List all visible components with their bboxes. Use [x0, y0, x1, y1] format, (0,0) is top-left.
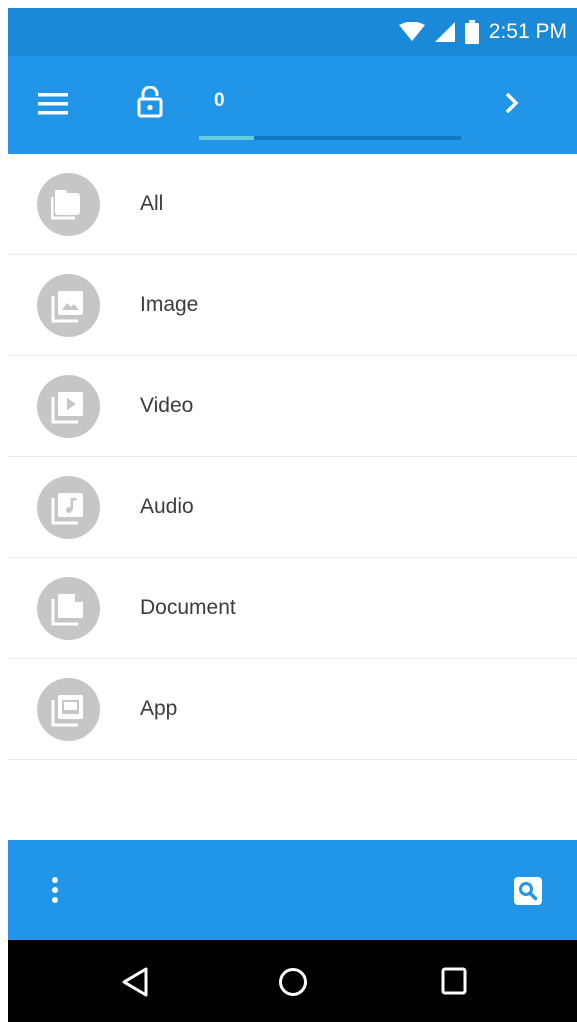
list-item-audio[interactable]: Audio: [8, 457, 577, 558]
list-item-video[interactable]: Video: [8, 356, 577, 457]
video-icon: [51, 392, 83, 424]
home-icon[interactable]: [278, 967, 308, 997]
list-item-document[interactable]: Document: [8, 558, 577, 659]
category-icon-circle: [37, 375, 100, 438]
progress-bar: [199, 136, 461, 140]
battery-icon: [464, 20, 479, 44]
list-item-all[interactable]: All: [8, 154, 577, 255]
list-item-label: Image: [140, 293, 199, 316]
category-icon-circle: [37, 173, 100, 236]
menu-icon[interactable]: [38, 93, 68, 115]
category-icon-circle: [37, 577, 100, 640]
list-item-label: Video: [140, 394, 194, 417]
more-vert-icon[interactable]: [52, 877, 58, 903]
navigation-bar: [8, 940, 577, 1022]
list-item-app[interactable]: App: [8, 659, 577, 760]
lock-open-icon[interactable]: [137, 86, 163, 118]
category-icon-circle: [37, 476, 100, 539]
recents-icon[interactable]: [441, 967, 467, 995]
app-bar: 0: [8, 56, 577, 154]
category-list: All Image Video Audio Document App: [8, 154, 577, 760]
search-icon[interactable]: [514, 877, 542, 905]
progress-bar-fill: [199, 136, 255, 140]
app-icon: [51, 695, 83, 727]
selection-counter: 0: [214, 90, 225, 111]
folder-icon: [51, 190, 80, 220]
audio-icon: [51, 493, 83, 525]
back-icon[interactable]: [121, 967, 149, 997]
status-icons: 2:51 PM: [398, 8, 567, 56]
list-item-label: All: [140, 192, 164, 215]
category-icon-circle: [37, 274, 100, 337]
signal-icon: [434, 22, 455, 42]
list-item-image[interactable]: Image: [8, 255, 577, 356]
status-time: 2:51 PM: [488, 20, 567, 43]
image-icon: [51, 291, 83, 323]
list-item-label: Audio: [140, 495, 194, 518]
screen: 2:51 PM 0 All Image Video Audio Document…: [0, 0, 577, 1022]
chevron-right-icon[interactable]: [505, 92, 519, 114]
list-item-label: App: [140, 697, 178, 720]
wifi-icon: [398, 22, 425, 41]
list-item-label: Document: [140, 596, 236, 619]
category-icon-circle: [37, 678, 100, 741]
status-bar: 2:51 PM: [8, 8, 577, 56]
document-icon: [51, 594, 83, 626]
bottom-action-bar: [8, 840, 577, 940]
